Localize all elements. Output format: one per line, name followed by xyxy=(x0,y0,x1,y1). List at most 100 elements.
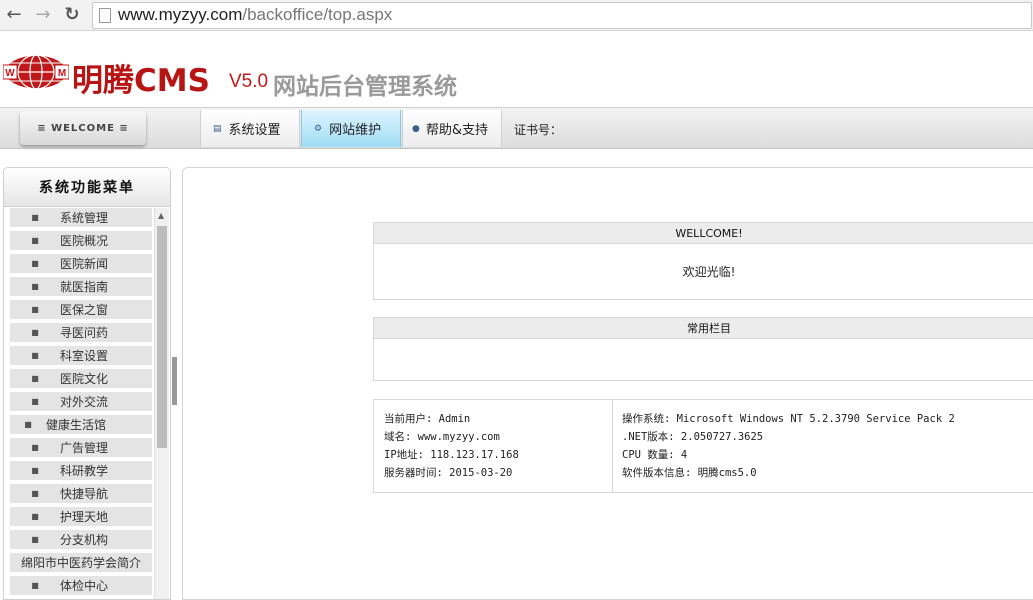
domain-name: 域名: www.myzyy.com xyxy=(384,431,500,443)
bullet-icon: ■ xyxy=(31,512,39,521)
sidebar-item-hospital-news[interactable]: ■ 医院新闻 xyxy=(10,254,152,273)
current-user: 当前用户: Admin xyxy=(384,413,471,425)
svg-text:M: M xyxy=(58,68,66,79)
sidebar-item-label: 分支机构 xyxy=(60,533,109,547)
main-panel: WELLCOME! 欢迎光临! 常用栏目 当前用户: Admin 域名: www… xyxy=(182,167,1033,600)
user-info-column: 当前用户: Admin 域名: www.myzyy.com IP地址: 118.… xyxy=(374,400,613,492)
globe-logo-icon: W M xyxy=(3,54,69,90)
sidebar-item-label: 对外交流 xyxy=(60,395,109,409)
version-label: V5.0 xyxy=(229,71,269,92)
bullet-icon: ■ xyxy=(31,489,39,498)
operating-system: 操作系统: Microsoft Windows NT 5.2.3790 Serv… xyxy=(622,413,955,425)
system-info-column: 操作系统: Microsoft Windows NT 5.2.3790 Serv… xyxy=(613,400,955,492)
sidebar-item-ads[interactable]: ■ 广告管理 xyxy=(10,438,152,457)
site-header: W M 明腾CMS V5.0 网站后台管理系统 xyxy=(0,31,1033,107)
scroll-thumb[interactable] xyxy=(157,226,167,448)
browser-toolbar: ← → ↻ www.myzyy.com/backoffice/top.aspx xyxy=(0,0,1033,31)
sidebar-item-label: 医院文化 xyxy=(60,372,109,386)
tab-help-support[interactable]: ● 帮助&支持 xyxy=(402,110,502,147)
bullet-icon: ■ xyxy=(31,236,39,245)
sidebar-item-research[interactable]: ■ 科研教学 xyxy=(10,461,152,480)
top-navigation: ≡ WELCOME ≡ ▤ 系统设置 ⚙ 网站维护 ● 帮助&支持 证书号： xyxy=(0,107,1033,149)
sidebar-item-label: 医院概况 xyxy=(60,234,109,248)
bullet-icon: ■ xyxy=(31,259,39,268)
url-host: www.myzyy.com xyxy=(118,5,243,24)
tab-site-maintenance[interactable]: ⚙ 网站维护 xyxy=(301,110,401,147)
bullet-icon: ■ xyxy=(31,305,39,314)
page-icon xyxy=(99,8,111,23)
common-columns-title: 常用栏目 xyxy=(374,318,1033,339)
address-bar[interactable]: www.myzyy.com/backoffice/top.aspx xyxy=(92,2,1032,29)
bullet-icon: ■ xyxy=(24,420,32,429)
sidebar-menu: ■ 系统管理 ■ 医院概况 ■ 医院新闻 ■ 就医指南 ■ 医保之窗 ■ 寻医问药 ■ 科室设… xyxy=(10,208,152,599)
sidebar-item-label: 医保之窗 xyxy=(60,303,109,317)
ip-address: IP地址: 118.123.17.168 xyxy=(384,449,519,461)
reload-icon[interactable]: ↻ xyxy=(62,4,82,25)
cpu-count: CPU 数量: 4 xyxy=(622,449,688,461)
welcome-box: WELLCOME! 欢迎光临! xyxy=(373,222,1033,300)
frame-splitter-handle[interactable] xyxy=(172,357,177,405)
sidebar-item-checkup[interactable]: ■ 体检中心 xyxy=(10,576,152,595)
dotnet-version: .NET版本: 2.050727.3625 xyxy=(622,431,764,443)
forward-arrow-icon[interactable]: → xyxy=(33,4,53,25)
bullet-icon: ■ xyxy=(31,535,39,544)
tab-system-settings[interactable]: ▤ 系统设置 xyxy=(200,110,300,147)
license-number-label: 证书号： xyxy=(514,123,563,137)
sidebar-item-label: 广告管理 xyxy=(60,441,109,455)
sidebar-item-label: 医院新闻 xyxy=(60,257,109,271)
server-time: 服务器时间: 2015-03-20 xyxy=(384,467,513,479)
system-subtitle: 网站后台管理系统 xyxy=(273,74,457,100)
sidebar-item-culture[interactable]: ■ 医院文化 xyxy=(10,369,152,388)
welcome-box-title: WELLCOME! xyxy=(374,223,1033,244)
svg-text:W: W xyxy=(5,68,15,79)
sidebar-item-label: 就医指南 xyxy=(60,280,109,294)
bullet-icon: ■ xyxy=(31,374,39,383)
sidebar-item-label: 体检中心 xyxy=(60,579,109,593)
back-arrow-icon[interactable]: ← xyxy=(4,4,24,25)
sidebar-item-hospital-overview[interactable]: ■ 医院概况 xyxy=(10,231,152,250)
common-columns-box: 常用栏目 xyxy=(373,317,1033,381)
sidebar-item-consult[interactable]: ■ 寻医问药 xyxy=(10,323,152,342)
tab-label: 系统设置 xyxy=(228,123,281,138)
tab-label: 网站维护 xyxy=(329,123,382,138)
scroll-up-arrow-icon[interactable]: ▲ xyxy=(158,211,164,220)
sidebar-item-association[interactable]: ■绵阳市中医药学会简介 xyxy=(10,553,152,572)
bullet-icon: ■ xyxy=(31,351,39,360)
sidebar-item-quick-nav[interactable]: ■ 快捷导航 xyxy=(10,484,152,503)
bullet-icon: ■ xyxy=(31,213,39,222)
url-path: /backoffice/top.aspx xyxy=(242,5,393,24)
tab-label: 帮助&支持 xyxy=(425,123,488,138)
monitor-icon: ▤ xyxy=(213,123,222,134)
sidebar-item-label: 绵阳市中医药学会简介 xyxy=(20,556,141,570)
sidebar-item-medical-guide[interactable]: ■ 就医指南 xyxy=(10,277,152,296)
sidebar-item-system-admin[interactable]: ■ 系统管理 xyxy=(10,208,152,227)
sidebar-item-label: 科研教学 xyxy=(60,464,109,478)
sidebar-item-departments[interactable]: ■ 科室设置 xyxy=(10,346,152,365)
gear-icon: ⚙ xyxy=(314,123,323,134)
person-icon: ● xyxy=(412,123,420,134)
sidebar-item-nursing[interactable]: ■ 护理天地 xyxy=(10,507,152,526)
welcome-button[interactable]: ≡ WELCOME ≡ xyxy=(20,111,146,145)
sidebar-item-branches[interactable]: ■ 分支机构 xyxy=(10,530,152,549)
bullet-icon: ■ xyxy=(31,328,39,337)
bullet-icon: ■ xyxy=(31,397,39,406)
sidebar-item-label: 系统管理 xyxy=(60,211,109,225)
sidebar-item-label: 快捷导航 xyxy=(60,487,109,501)
bullet-icon: ■ xyxy=(31,443,39,452)
url-text: www.myzyy.com/backoffice/top.aspx xyxy=(118,5,392,25)
sidebar-item-label: 科室设置 xyxy=(60,349,109,363)
sidebar-scrollbar[interactable]: ▲ xyxy=(154,208,169,599)
sidebar-item-insurance[interactable]: ■ 医保之窗 xyxy=(10,300,152,319)
sidebar-item-label: 护理天地 xyxy=(60,510,109,524)
sidebar-item-exchange[interactable]: ■ 对外交流 xyxy=(10,392,152,411)
bullet-icon: ■ xyxy=(31,466,39,475)
sidebar-item-label: 寻医问药 xyxy=(60,326,109,340)
welcome-message: 欢迎光临! xyxy=(682,265,736,279)
server-info-box: 当前用户: Admin 域名: www.myzyy.com IP地址: 118.… xyxy=(373,399,1033,493)
sidebar: 系统功能菜单 ■ 系统管理 ■ 医院概况 ■ 医院新闻 ■ 就医指南 ■ 医保之窗 ■ 寻医… xyxy=(3,167,171,600)
bullet-icon: ■ xyxy=(31,581,39,590)
bullet-icon: ■ xyxy=(31,282,39,291)
sidebar-item-label: 健康生活馆 xyxy=(46,418,107,432)
brand-name: 明腾CMS xyxy=(72,63,210,99)
sidebar-item-healthy-living[interactable]: ■ 健康生活馆 xyxy=(10,415,152,434)
